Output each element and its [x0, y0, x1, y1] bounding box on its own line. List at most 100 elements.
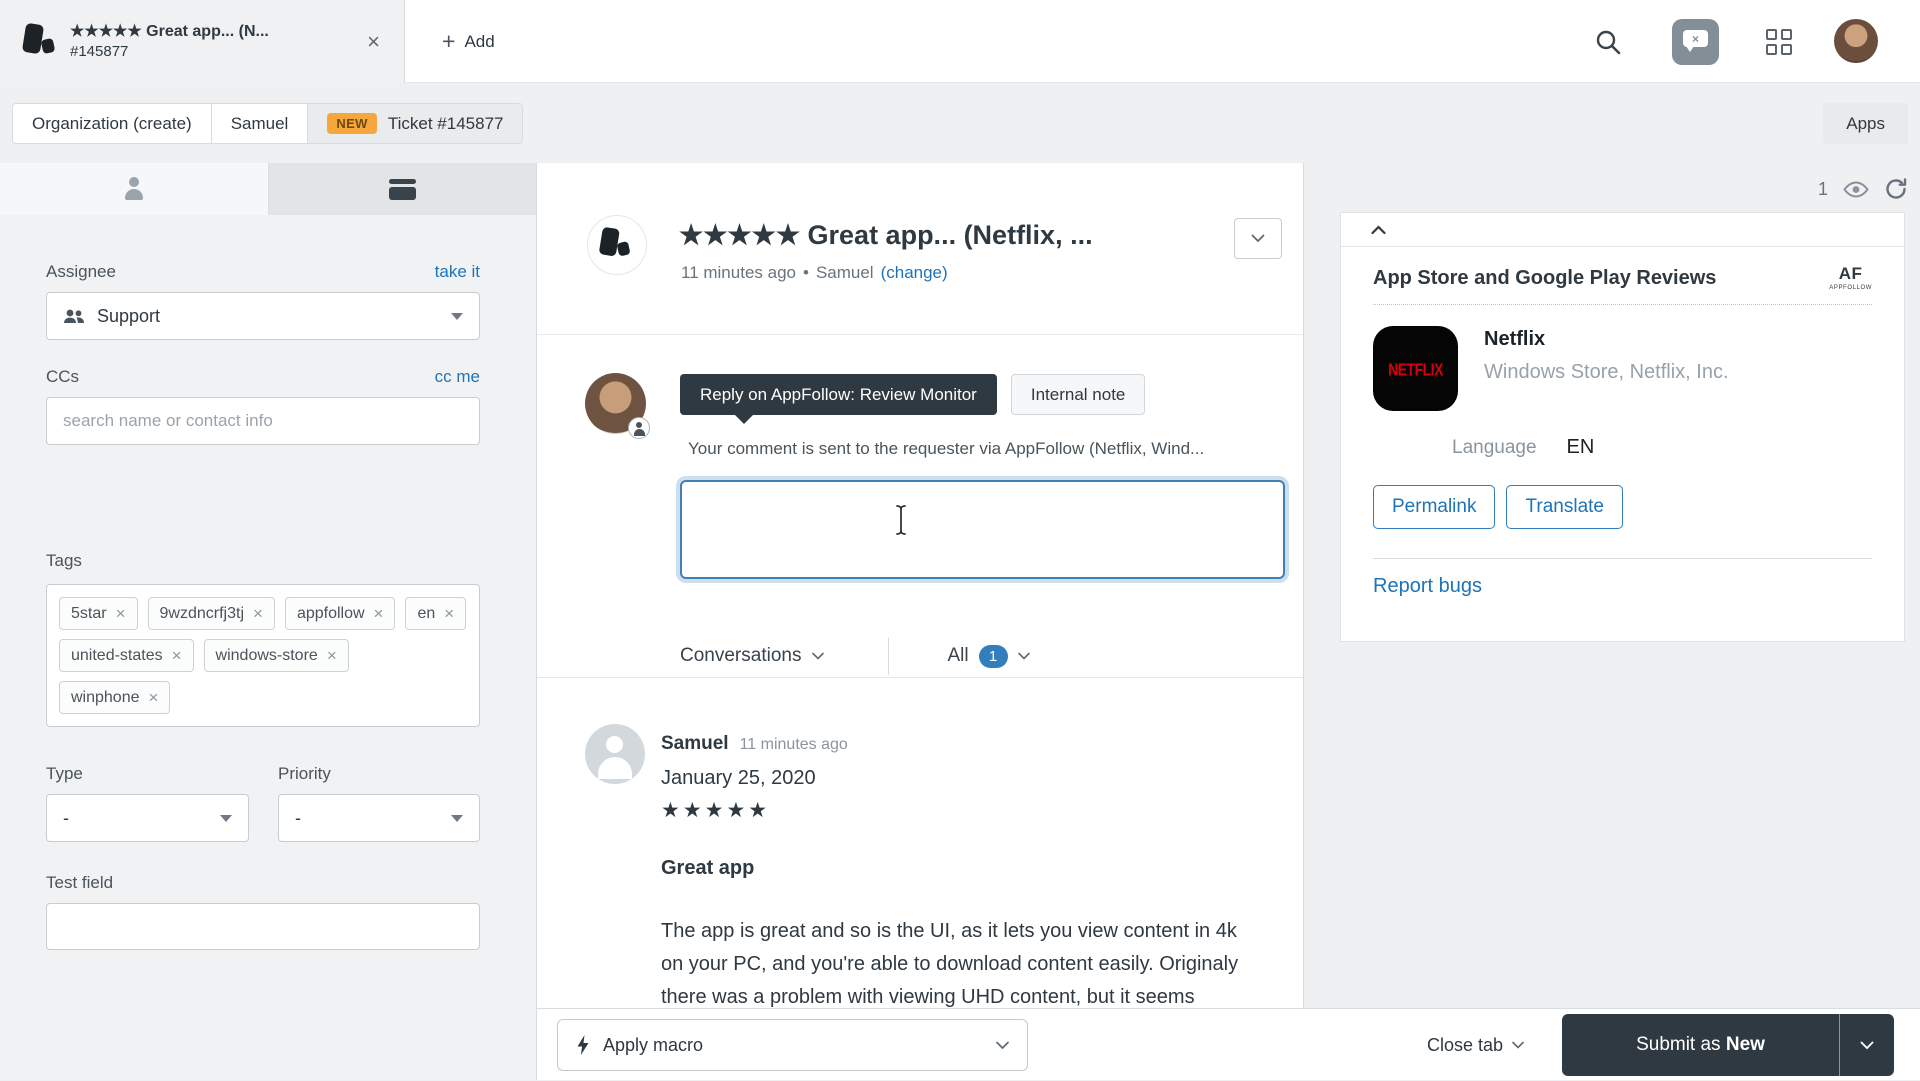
ticket-conversation-panel: ★★★★★ Great app... (Netflix, ... 11 minu… [537, 163, 1304, 1008]
review-body: The app is great and so is the UI, as it… [661, 915, 1291, 1008]
tab-ticket-fields[interactable] [269, 163, 537, 215]
ccs-input[interactable] [46, 397, 480, 445]
internal-note-tab[interactable]: Internal note [1011, 374, 1146, 415]
remove-tag-icon[interactable]: × [253, 605, 263, 622]
ticket-footer: Apply macro Close tab Submit as New [537, 1008, 1920, 1080]
priority-select[interactable]: - [278, 794, 480, 842]
message-author: Samuel [661, 733, 729, 755]
remove-tag-icon[interactable]: × [327, 647, 337, 664]
test-field-input[interactable] [46, 903, 480, 950]
assignee-value: Support [97, 306, 160, 327]
appfollow-wordmark: AF APPFOLLOW [1829, 265, 1872, 291]
tags-field[interactable]: 5star× 9wzdncrfj3tj× appfollow× en× unit… [46, 584, 480, 727]
take-it-link[interactable]: take it [435, 262, 480, 282]
conversations-dropdown[interactable]: Conversations [680, 645, 824, 667]
top-bar: ★★★★★ Great app... (N... #145877 × + Add… [0, 0, 1920, 83]
remove-tag-icon[interactable]: × [374, 605, 384, 622]
type-select[interactable]: - [46, 794, 249, 842]
tag-pill: appfollow× [285, 597, 396, 630]
chevron-down-icon [451, 815, 463, 822]
list-icon [389, 179, 416, 200]
apply-macro-select[interactable]: Apply macro [557, 1019, 1028, 1071]
add-tab-button[interactable]: + Add [432, 0, 505, 83]
chevron-down-icon [220, 815, 232, 822]
remove-tag-icon[interactable]: × [444, 605, 454, 622]
remove-tag-icon[interactable]: × [116, 605, 126, 622]
add-label: Add [464, 32, 494, 52]
ticket-actions-button[interactable] [1234, 218, 1282, 259]
plus-icon: + [442, 30, 455, 53]
composer-notice: Your comment is sent to the requester vi… [688, 439, 1204, 459]
ticket-tab-id: #145877 [70, 42, 322, 61]
breadcrumb-organization[interactable]: Organization (create) [12, 103, 212, 144]
apps-widget-panel: App Store and Google Play Reviews AF APP… [1340, 212, 1905, 642]
test-field-label: Test field [46, 873, 113, 892]
apps-button[interactable]: Apps [1823, 103, 1908, 144]
change-requester-link[interactable]: (change) [881, 263, 948, 283]
assignee-select[interactable]: Support [46, 292, 480, 340]
priority-value: - [295, 808, 301, 829]
refresh-icon[interactable] [1884, 177, 1908, 201]
widget-divider [1373, 558, 1872, 559]
close-tab-dropdown[interactable]: Close tab [1427, 1009, 1524, 1081]
ccs-label: CCs [46, 367, 79, 387]
ticket-meta-separator: • [803, 263, 809, 283]
composer-textarea[interactable] [680, 480, 1285, 579]
tab-requester[interactable] [0, 163, 269, 215]
tag-pill: 5star× [59, 597, 138, 630]
remove-tag-icon[interactable]: × [172, 647, 182, 664]
remove-tag-icon[interactable]: × [149, 689, 159, 706]
permalink-button[interactable]: Permalink [1373, 485, 1495, 529]
viewers-indicator: 1 [1818, 174, 1908, 204]
events-count-badge: 1 [979, 645, 1008, 668]
cc-me-link[interactable]: cc me [435, 367, 480, 387]
type-value: - [63, 808, 69, 829]
user-avatar[interactable] [1834, 19, 1878, 63]
person-icon [121, 176, 147, 202]
widget-title: App Store and Google Play Reviews [1373, 267, 1716, 290]
composer-channel-tabs: Reply on AppFollow: Review Monitor Inter… [680, 374, 1145, 415]
requester-avatar [585, 724, 645, 784]
ticket-window-tab[interactable]: ★★★★★ Great app... (N... #145877 × [0, 0, 405, 83]
language-label: Language [1452, 437, 1537, 459]
ticket-properties-sidebar: Assignee take it Support CCs cc me Tags … [0, 163, 537, 1080]
app-name: Netflix [1484, 328, 1729, 351]
priority-label: Priority [278, 764, 331, 783]
tag-pill: 9wzdncrfj3tj× [148, 597, 275, 630]
apply-macro-label: Apply macro [603, 1035, 703, 1056]
appfollow-logo-icon [18, 21, 60, 63]
appfollow-logo-icon [595, 225, 635, 265]
assignee-label: Assignee [46, 262, 116, 282]
notifications-icon[interactable]: × [1672, 19, 1719, 65]
submit-options-button[interactable] [1839, 1014, 1894, 1076]
agent-workspace: { "icons": { "plus_glyph": "+", "close_g… [0, 0, 1920, 1080]
widget-collapse-row[interactable] [1341, 213, 1904, 247]
submit-button-group: Submit as New [1562, 1014, 1894, 1076]
events-filter-dropdown[interactable]: All 1 [947, 645, 1029, 668]
review-title: Great app [661, 857, 754, 880]
tag-pill: en× [405, 597, 466, 630]
ticket-tab-title: ★★★★★ Great app... (N... [70, 22, 322, 42]
sidebar-content: Assignee take it Support CCs cc me Tags … [0, 215, 536, 950]
submit-as-new-button[interactable]: Submit as New [1562, 1014, 1839, 1076]
search-icon[interactable] [1588, 0, 1628, 83]
product-switcher-icon[interactable] [1766, 29, 1792, 55]
message-time: 11 minutes ago [740, 736, 848, 754]
report-bugs-link[interactable]: Report bugs [1373, 575, 1482, 598]
dotted-divider [1373, 304, 1872, 305]
translate-button[interactable]: Translate [1506, 485, 1623, 529]
breadcrumb-ticket[interactable]: NEW Ticket #145877 [307, 103, 523, 144]
sidebar-tabs [0, 163, 536, 215]
conversation-divider [537, 677, 1303, 678]
filter-divider [888, 638, 889, 675]
ticket-meta-time: 11 minutes ago [681, 263, 796, 283]
close-tab-icon[interactable]: × [367, 31, 380, 53]
chevron-down-icon [451, 313, 463, 320]
reply-channel-tab[interactable]: Reply on AppFollow: Review Monitor [680, 374, 997, 415]
breadcrumb: Organization (create) Samuel NEW Ticket … [12, 103, 523, 144]
tags-label: Tags [46, 551, 82, 571]
tag-pill: winphone× [59, 681, 170, 714]
language-value: EN [1567, 436, 1595, 459]
eye-icon [1843, 181, 1869, 198]
breadcrumb-requester[interactable]: Samuel [211, 103, 309, 144]
